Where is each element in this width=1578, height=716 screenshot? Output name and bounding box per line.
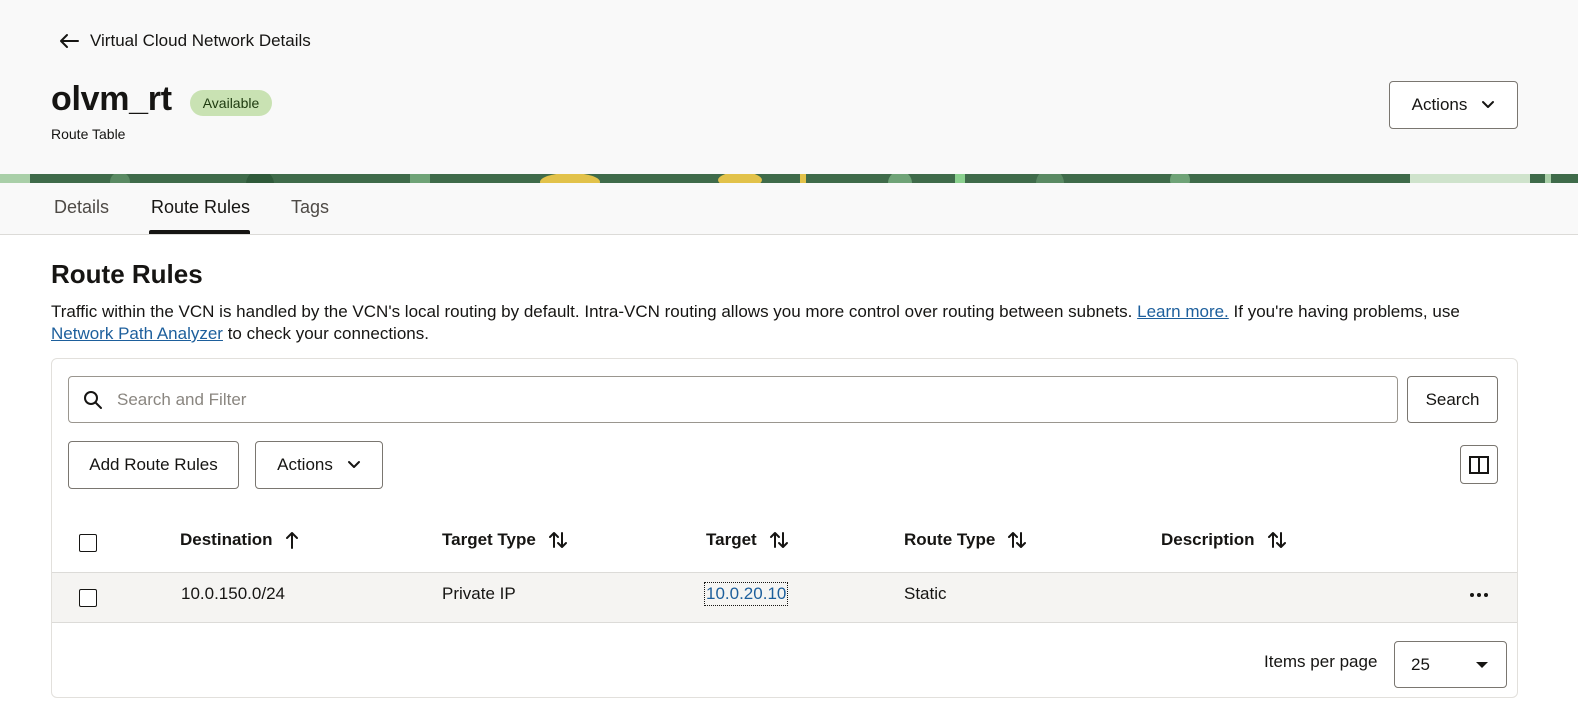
cell-route-type: Static <box>904 584 947 603</box>
title-row: olvm_rt Available <box>51 80 273 119</box>
search-input[interactable] <box>117 389 1317 410</box>
column-header-label: Target <box>706 530 757 549</box>
column-header-route-type[interactable]: Route Type <box>904 530 1027 550</box>
desc-text-1: Traffic within the VCN is handled by the… <box>51 302 1138 321</box>
page-subtitle: Route Table <box>51 126 126 142</box>
dot <box>1484 593 1488 597</box>
arrow-left-icon <box>60 34 79 48</box>
search-icon <box>84 390 102 409</box>
header-actions-label: Actions <box>1411 95 1468 114</box>
section-description: Traffic within the VCN is handled by the… <box>51 301 1531 345</box>
column-layout-button[interactable] <box>1460 445 1498 484</box>
page-header: Virtual Cloud Network Details olvm_rt Av… <box>0 0 1578 174</box>
items-per-page-select[interactable]: 25 <box>1394 641 1507 688</box>
dot <box>1470 593 1474 597</box>
select-all-checkbox[interactable] <box>79 534 97 552</box>
sort-icon <box>1008 532 1027 548</box>
sort-icon <box>769 532 788 548</box>
cell-destination: 10.0.150.0/24 <box>181 584 285 603</box>
add-route-rules-button[interactable]: Add Route Rules <box>68 441 239 489</box>
tab-details[interactable]: Details <box>54 197 109 218</box>
cell-target-link[interactable]: 10.0.20.10 <box>703 582 789 606</box>
columns-icon <box>1469 455 1489 474</box>
search-field[interactable] <box>68 376 1398 423</box>
header-actions-button[interactable]: Actions <box>1389 81 1518 129</box>
column-header-description[interactable]: Description <box>1161 530 1287 550</box>
column-header-target[interactable]: Target <box>706 530 789 550</box>
column-header-target-type[interactable]: Target Type <box>442 530 568 550</box>
sort-ascending-icon <box>285 532 298 549</box>
back-link[interactable]: Virtual Cloud Network Details <box>58 31 311 51</box>
row-actions-menu-button[interactable] <box>1465 585 1493 605</box>
column-header-label: Destination <box>180 530 273 549</box>
tab-bar: Details Route Rules Tags <box>0 183 1578 235</box>
column-header-label: Route Type <box>904 530 996 549</box>
column-header-destination[interactable]: Destination <box>180 530 299 550</box>
decorative-banner <box>0 174 1578 183</box>
caret-down-icon <box>1476 662 1488 668</box>
section-title: Route Rules <box>51 259 203 289</box>
desc-text-3: to check your connections. <box>222 324 429 343</box>
table-actions-label: Actions <box>277 455 333 474</box>
status-badge: Available <box>189 89 273 116</box>
cell-target-type: Private IP <box>442 584 516 603</box>
search-button[interactable]: Search <box>1407 376 1498 423</box>
sort-icon <box>1267 532 1286 548</box>
sort-icon <box>548 532 567 548</box>
row-select-checkbox[interactable] <box>79 589 97 607</box>
active-tab-indicator <box>149 230 250 234</box>
desc-text-2: If you're having problems, use <box>1228 302 1460 321</box>
chevron-down-icon <box>347 461 360 468</box>
back-link-label: Virtual Cloud Network Details <box>90 31 311 50</box>
page-title: olvm_rt <box>51 80 172 118</box>
learn-more-link[interactable]: Learn more. <box>1137 302 1229 321</box>
column-header-label: Target Type <box>442 530 536 549</box>
tab-tags[interactable]: Tags <box>291 197 329 218</box>
chevron-down-icon <box>1482 101 1495 108</box>
column-header-label: Description <box>1161 530 1255 549</box>
add-route-rules-label: Add Route Rules <box>89 455 218 474</box>
network-path-analyzer-link[interactable]: Network Path Analyzer <box>51 324 223 343</box>
tab-route-rules[interactable]: Route Rules <box>151 197 250 218</box>
dot <box>1477 593 1481 597</box>
items-per-page-label: Items per page <box>1264 652 1378 671</box>
table-actions-button[interactable]: Actions <box>255 441 383 489</box>
items-per-page-value: 25 <box>1411 654 1430 674</box>
